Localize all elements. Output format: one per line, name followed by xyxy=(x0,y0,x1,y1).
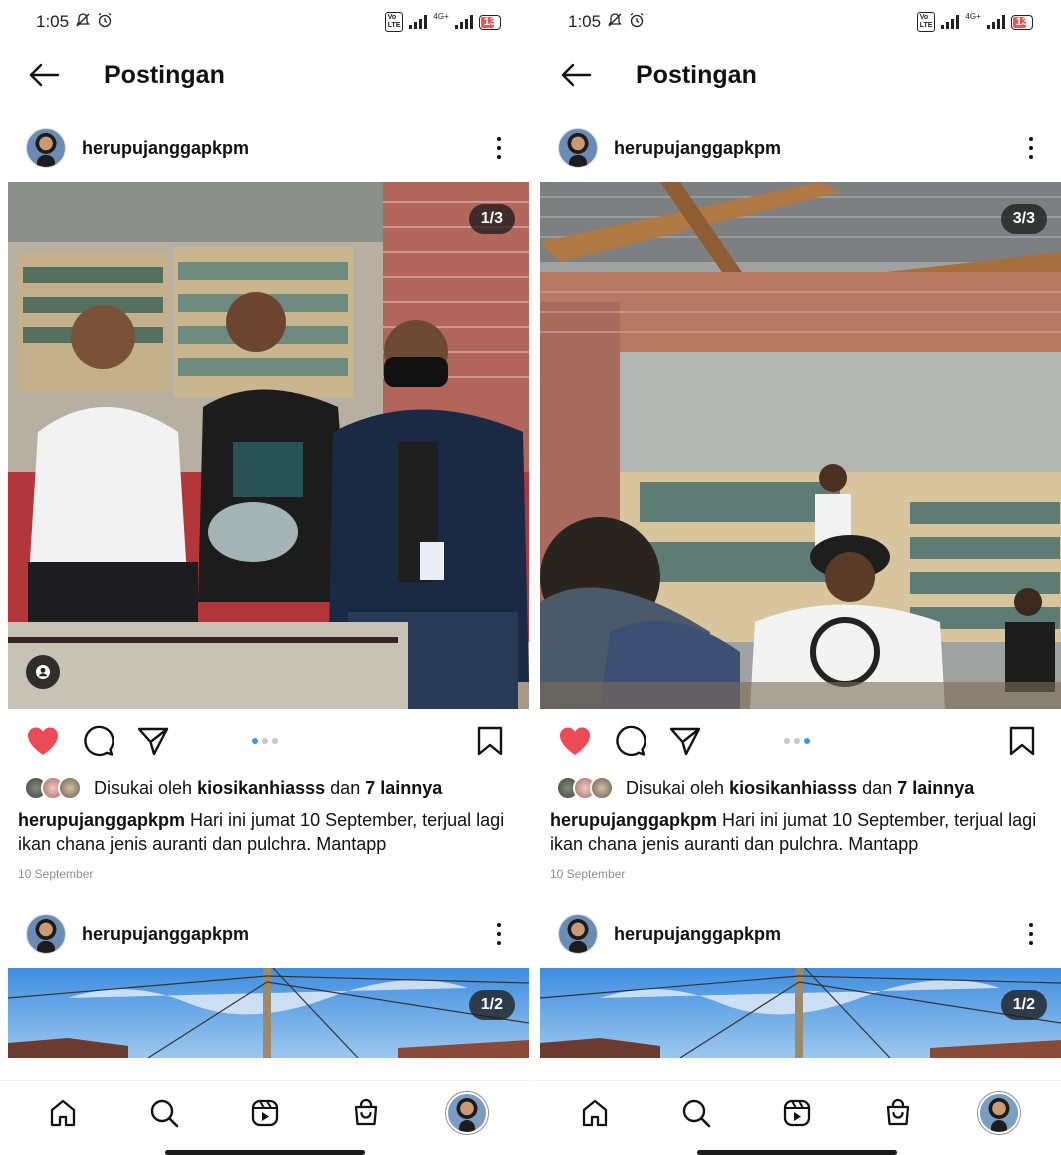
likes-user[interactable]: kiosikanhiasss xyxy=(729,778,857,799)
post-username[interactable]: herupujanggapkpm xyxy=(82,138,249,159)
volte-icon: Vo LTE xyxy=(916,12,936,32)
carousel-counter: 1/2 xyxy=(1000,990,1047,1020)
post-date: 10 September xyxy=(550,867,626,881)
post-photo-2[interactable]: 1/2 xyxy=(540,968,1061,1058)
screen-left: 1:05 Vo LTE 4G+ 13 Postingan herupujangg… xyxy=(0,0,529,1155)
carousel-counter: 1/2 xyxy=(468,990,515,1020)
post-username[interactable]: herupujanggapkpm xyxy=(614,138,781,159)
home-icon[interactable] xyxy=(573,1091,617,1135)
app-header: Postingan xyxy=(0,50,529,100)
likes-prefix: Disukai oleh xyxy=(626,777,725,798)
post-photo[interactable]: 1/3 xyxy=(8,182,529,709)
battery-indicator: 13 xyxy=(478,14,501,30)
carousel-dots xyxy=(251,738,278,744)
search-icon[interactable] xyxy=(142,1091,186,1135)
clock: 1:05 xyxy=(36,12,70,31)
page-title: Postingan xyxy=(104,60,225,89)
more-vertical-icon[interactable] xyxy=(1023,919,1039,949)
avatar[interactable] xyxy=(26,914,66,954)
signal-icon xyxy=(409,15,428,29)
post-photo-2[interactable]: 1/2 xyxy=(8,968,529,1058)
reels-icon[interactable] xyxy=(243,1091,287,1135)
alarm-icon xyxy=(629,12,645,33)
liker-avatars xyxy=(556,776,614,800)
post-header-2: herupujanggapkpm xyxy=(532,912,1061,956)
mute-icon xyxy=(607,12,623,33)
more-vertical-icon[interactable] xyxy=(1023,133,1039,163)
network-label: 4G+ xyxy=(965,12,981,21)
avatar[interactable] xyxy=(558,128,598,168)
app-header: Postingan xyxy=(532,50,1061,100)
arrow-left-icon[interactable] xyxy=(560,60,594,90)
likes-and: dan xyxy=(862,777,893,798)
alarm-icon xyxy=(97,12,113,33)
avatar[interactable] xyxy=(26,128,66,168)
post-photo[interactable]: 3/3 xyxy=(540,182,1061,709)
likes-user[interactable]: kiosikanhiasss xyxy=(197,778,325,799)
heart-icon[interactable] xyxy=(24,722,62,760)
send-icon[interactable] xyxy=(666,722,704,760)
action-bar xyxy=(532,716,1061,766)
volte-icon: Vo LTE xyxy=(384,12,404,32)
signal-icon-2 xyxy=(986,15,1005,29)
likes-others[interactable]: 7 lainnya xyxy=(897,778,974,799)
action-bar xyxy=(0,716,529,766)
clock: 1:05 xyxy=(568,12,602,31)
status-bar: 1:05 Vo LTE 4G+ 13 xyxy=(0,0,529,44)
liker-avatars xyxy=(24,776,82,800)
post-caption: herupujanggapkpm Hari ini jumat 10 Septe… xyxy=(18,808,519,856)
send-icon[interactable] xyxy=(134,722,172,760)
more-vertical-icon[interactable] xyxy=(491,919,507,949)
profile-avatar[interactable] xyxy=(445,1091,489,1135)
bottom-nav xyxy=(0,1080,529,1155)
status-bar: 1:05 Vo LTE 4G+ 13 xyxy=(532,0,1061,44)
post-username[interactable]: herupujanggapkpm xyxy=(82,924,249,945)
signal-icon-2 xyxy=(454,15,473,29)
page-title: Postingan xyxy=(636,60,757,89)
screen-right: 1:05 Vo LTE 4G+ 13 Postingan herupujangg… xyxy=(532,0,1061,1155)
likes-prefix: Disukai oleh xyxy=(94,777,193,798)
avatar[interactable] xyxy=(558,914,598,954)
signal-icon xyxy=(941,15,960,29)
user-tag-icon[interactable] xyxy=(26,655,60,689)
post-header-2: herupujanggapkpm xyxy=(0,912,529,956)
carousel-counter: 1/3 xyxy=(468,204,515,234)
search-icon[interactable] xyxy=(674,1091,718,1135)
post-header: herupujanggapkpm xyxy=(0,126,529,170)
more-vertical-icon[interactable] xyxy=(491,133,507,163)
heart-icon[interactable] xyxy=(556,722,594,760)
bottom-nav xyxy=(532,1080,1061,1155)
shop-icon[interactable] xyxy=(876,1091,920,1135)
carousel-dots xyxy=(783,738,810,744)
home-indicator[interactable] xyxy=(164,1150,365,1155)
likes-others[interactable]: 7 lainnya xyxy=(365,778,442,799)
likes-row[interactable]: Disukai oleh kiosikanhiasss dan 7 lainny… xyxy=(556,773,1051,803)
home-indicator[interactable] xyxy=(696,1150,897,1155)
post-caption: herupujanggapkpm Hari ini jumat 10 Septe… xyxy=(550,808,1051,856)
mute-icon xyxy=(75,12,91,33)
network-label: 4G+ xyxy=(433,12,449,21)
post-header: herupujanggapkpm xyxy=(532,126,1061,170)
caption-username[interactable]: herupujanggapkpm xyxy=(550,810,717,830)
caption-username[interactable]: herupujanggapkpm xyxy=(18,810,185,830)
carousel-counter: 3/3 xyxy=(1000,204,1047,234)
post-username[interactable]: herupujanggapkpm xyxy=(614,924,781,945)
home-icon[interactable] xyxy=(41,1091,85,1135)
likes-row[interactable]: Disukai oleh kiosikanhiasss dan 7 lainny… xyxy=(24,773,519,803)
shop-icon[interactable] xyxy=(344,1091,388,1135)
likes-and: dan xyxy=(330,777,361,798)
post-date: 10 September xyxy=(18,867,94,881)
bookmark-icon[interactable] xyxy=(471,722,509,760)
comment-icon[interactable] xyxy=(611,722,649,760)
battery-indicator: 13 xyxy=(1010,14,1033,30)
profile-avatar[interactable] xyxy=(977,1091,1021,1135)
reels-icon[interactable] xyxy=(775,1091,819,1135)
arrow-left-icon[interactable] xyxy=(28,60,62,90)
bookmark-icon[interactable] xyxy=(1003,722,1041,760)
comment-icon[interactable] xyxy=(79,722,117,760)
